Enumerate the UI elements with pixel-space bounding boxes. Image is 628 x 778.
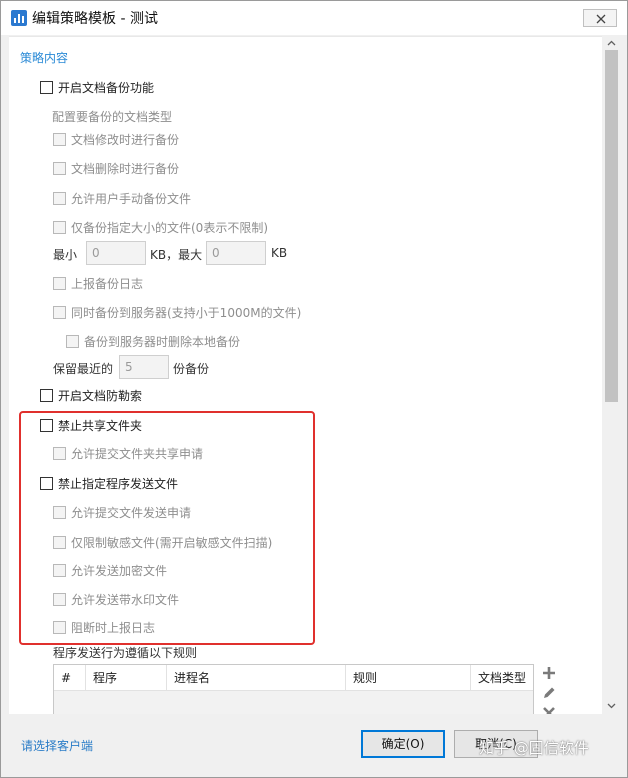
allow-send-request-checkbox[interactable]: 允许提交文件发送申请 [53,504,191,521]
select-client-link[interactable]: 请选择客户端 [21,737,93,754]
vertical-scrollbar[interactable] [603,36,620,714]
column-header[interactable]: 程序 [86,665,167,691]
backup-on-delete-checkbox[interactable]: 文档删除时进行备份 [53,160,179,177]
backup-size-limit-checkbox[interactable]: 仅备份指定大小的文件(0表示不限制) [53,219,268,236]
close-button[interactable] [583,9,617,27]
scroll-up-icon[interactable] [607,39,616,48]
section-title: 策略内容 [20,51,69,65]
report-on-block-checkbox[interactable]: 阻断时上报日志 [53,619,155,636]
max-size-input[interactable]: 0 [206,241,266,265]
column-header[interactable]: 规则 [346,665,471,691]
keep-recent-input[interactable]: 5 [119,355,169,379]
min-size-input[interactable]: 0 [86,241,146,265]
anti-ransomware-checkbox[interactable]: 开启文档防勒索 [40,387,142,404]
scroll-thumb[interactable] [605,50,618,402]
dialog-window: 编辑策略模板 - 测试 策略内容 开启文档备份功能 配置要备份的文档类型 文档修… [0,0,628,778]
report-backup-log-checkbox[interactable]: 上报备份日志 [53,275,143,292]
forbid-program-send-checkbox[interactable]: 禁止指定程序发送文件 [40,475,178,492]
allow-send-encrypted-checkbox[interactable]: 允许发送加密文件 [53,562,167,579]
kb-max-label: KB，最大 [150,248,203,262]
copies-label: 份备份 [173,362,210,376]
forbid-shared-folder-checkbox[interactable]: 禁止共享文件夹 [40,417,142,434]
allow-share-request-checkbox[interactable]: 允许提交文件夹共享申请 [53,445,203,462]
column-header[interactable]: 进程名 [167,665,346,691]
rules-title: 程序发送行为遵循以下规则 [53,646,198,660]
column-header[interactable]: 文档类型 [471,665,533,691]
limit-sensitive-checkbox[interactable]: 仅限制敏感文件(需开启敏感文件扫描) [53,534,272,551]
edit-icon[interactable] [541,685,557,701]
backup-on-modify-checkbox[interactable]: 文档修改时进行备份 [53,131,179,148]
table-header: # 程序 进程名 规则 文档类型 [54,665,533,691]
scroll-down-icon[interactable] [607,701,616,710]
allow-send-watermark-checkbox[interactable]: 允许发送带水印文件 [53,591,179,608]
close-icon [596,14,606,24]
allow-manual-backup-checkbox[interactable]: 允许用户手动备份文件 [53,190,191,207]
watermark: 知乎 @固信软件 [479,739,589,757]
rules-table: # 程序 进程名 规则 文档类型 [53,664,534,714]
min-label: 最小 [53,248,78,262]
chart-app-icon [11,10,27,26]
table-row[interactable] [54,691,533,714]
title-bar: 编辑策略模板 - 测试 [1,1,627,35]
delete-icon[interactable] [541,705,557,714]
backup-config-label: 配置要备份的文档类型 [52,110,173,124]
backup-enable-checkbox[interactable]: 开启文档备份功能 [40,79,154,96]
backup-to-server-checkbox[interactable]: 同时备份到服务器(支持小于1000M的文件) [53,304,301,321]
delete-local-backup-checkbox[interactable]: 备份到服务器时删除本地备份 [66,333,240,350]
ok-button[interactable]: 确定(O) [361,730,445,758]
keep-recent-label: 保留最近的 [53,362,114,376]
kb-label: KB [271,246,288,260]
policy-content-panel: 策略内容 开启文档备份功能 配置要备份的文档类型 文档修改时进行备份 文档删除时… [9,36,602,714]
window-title: 编辑策略模板 - 测试 [32,11,158,27]
add-icon[interactable] [541,665,557,681]
column-header[interactable]: # [54,665,86,691]
